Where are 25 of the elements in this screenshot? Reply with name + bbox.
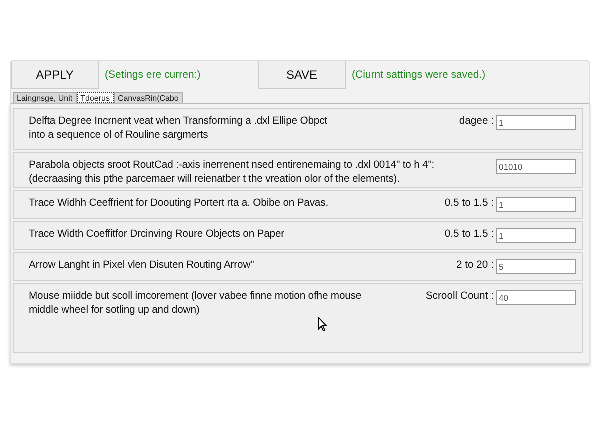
tab[interactable]: Laingnsge, Unit <box>13 92 77 103</box>
value-field[interactable]: 40 <box>496 290 576 305</box>
save-button[interactable]: SAVE <box>258 61 346 89</box>
apply-button[interactable]: APPLY <box>11 61 99 89</box>
tab[interactable]: Tdoerus <box>76 92 114 103</box>
setting-description: Trace Widhh Ceeffrient for Doouting Portert rta a. Obibe on Pavas. <box>29 197 330 211</box>
tab[interactable]: CanvasRin(Cabo <box>114 92 183 103</box>
value-field[interactable]: 1 <box>496 115 576 130</box>
setting-description: Mouse miidde but scoll imcorement (lover vabee finne motion ofhe mouse middle wheel for sotling up and down) <box>29 290 363 318</box>
status-text: (Setings ere curren:) <box>104 69 201 81</box>
range-label: dagee : <box>459 115 494 129</box>
range-label: 0.5 to 1.5 : <box>444 228 494 242</box>
range-label: Scrooll Count : <box>426 290 494 304</box>
value-field[interactable]: 1 <box>496 228 576 243</box>
range-label: 0.5 to 1.5 : <box>444 197 494 211</box>
setting-description: Arrow Langht in Pixel vlen Disuten Routing Arrow" <box>29 259 256 273</box>
setting-description: Parabola objects sroot RoutCad :-axis inerrenent nsed entirenemaing to .dxl 0014" to h 4": (decraasing this pthe parcemaer will reienatber t the vreation olor of the elements). <box>29 159 436 187</box>
value-field[interactable]: 01010 <box>496 159 576 174</box>
value-field[interactable]: 1 <box>496 197 576 212</box>
range-label: 2 to 20 : <box>456 259 494 273</box>
setting-description: Delfta Degree Incrnent veat when Transforming a .dxl Ellipe Obpct into a sequence ol of Rouline sargmerts <box>29 115 328 143</box>
status-text: (Ciurnt sattings were saved.) <box>351 69 486 81</box>
setting-description: Trace Width Coeffitfor Drcinving Roure Objects on Paper <box>29 228 286 242</box>
value-field[interactable]: 5 <box>496 259 576 274</box>
cursor-icon <box>318 317 328 332</box>
